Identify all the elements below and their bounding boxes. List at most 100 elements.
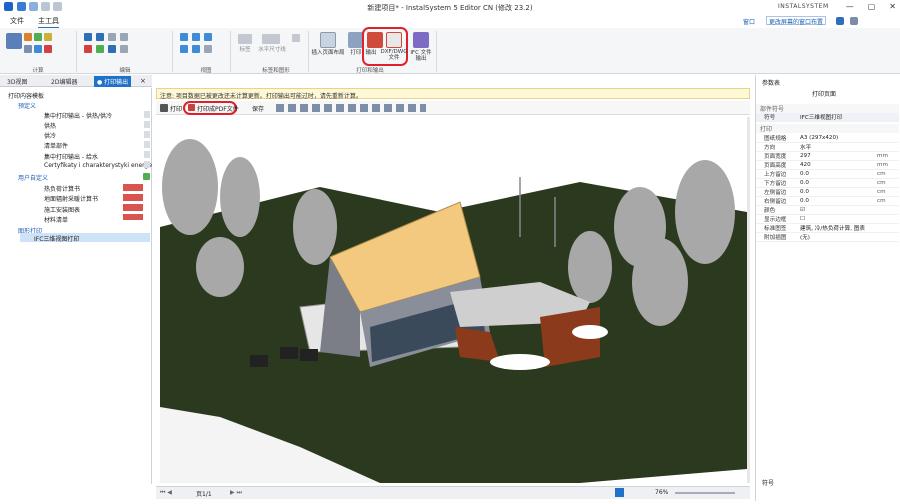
prop-row[interactable]: 颜色 ☑ bbox=[756, 206, 899, 215]
tree-predef[interactable]: 预定义 bbox=[18, 101, 36, 110]
zoom-in-icon[interactable] bbox=[180, 33, 188, 41]
tab-print-output[interactable]: ● 打印输出 bbox=[94, 76, 132, 87]
prop-value[interactable]: ☑ bbox=[796, 207, 877, 213]
prop-row[interactable]: 下方留边 0.0 cm bbox=[756, 179, 899, 188]
prop-value[interactable]: 420 bbox=[796, 162, 877, 168]
edit-e-icon[interactable] bbox=[96, 45, 104, 53]
menu-file[interactable]: 文件 bbox=[10, 16, 24, 26]
prop-row[interactable]: 右侧留边 0.0 cm bbox=[756, 197, 899, 206]
edit-f-icon[interactable] bbox=[108, 45, 116, 53]
tree-user-actions[interactable] bbox=[123, 184, 143, 220]
prop-row[interactable]: 方向 水平 bbox=[756, 143, 899, 152]
prop-value[interactable]: 0.0 bbox=[796, 180, 877, 186]
tree-item[interactable]: 地面辐射采暖计算书 bbox=[44, 194, 98, 203]
prop-row[interactable]: 图纸规格 A3 (297x420) bbox=[756, 134, 899, 143]
prop-value[interactable]: 建筑, 冷/热负荷计算, 图表 bbox=[796, 224, 877, 232]
close-tab-icon[interactable]: × bbox=[140, 77, 146, 85]
vertical-scrollbar[interactable] bbox=[747, 117, 750, 483]
dimension-icon[interactable] bbox=[262, 34, 280, 44]
prop-row[interactable]: 页面宽度 297 mm bbox=[756, 152, 899, 161]
save-icon[interactable] bbox=[17, 2, 26, 11]
horiz-dim-button[interactable]: 水平尺寸线 bbox=[254, 47, 290, 53]
edit-a-icon[interactable] bbox=[84, 33, 92, 41]
zoom-slider[interactable] bbox=[675, 492, 735, 494]
calc-e-icon[interactable] bbox=[34, 45, 42, 53]
prop-row[interactable]: 上方留边 0.0 cm bbox=[756, 170, 899, 179]
insert-page-icon[interactable] bbox=[320, 32, 336, 48]
tree-user[interactable]: 用户自定义 bbox=[18, 173, 48, 182]
tab-2d-editor[interactable]: 2D编辑器 bbox=[48, 76, 80, 87]
prop-row[interactable]: 页面高度 420 mm bbox=[756, 161, 899, 170]
edit-b-icon[interactable] bbox=[96, 33, 104, 41]
tree-item[interactable]: 供热 bbox=[44, 121, 56, 130]
prop-row[interactable]: 附加插图 (无) bbox=[756, 233, 899, 242]
ifc-button[interactable]: IFC 文件输出 bbox=[408, 50, 434, 62]
dxf-button[interactable]: DXF/DWG 文件 bbox=[380, 49, 408, 61]
tree-item-selected[interactable]: IFC三维视图打印 bbox=[34, 234, 79, 243]
last-page-button[interactable]: ▶ ⏭ bbox=[230, 489, 242, 497]
prop-value[interactable]: 水平 bbox=[796, 143, 877, 151]
minimize-button[interactable]: — bbox=[846, 2, 854, 11]
tree-item[interactable]: 供冷 bbox=[44, 131, 56, 140]
tab-3d-view[interactable]: 3D视图 bbox=[4, 76, 30, 87]
prop-value[interactable]: A3 (297x420) bbox=[796, 135, 877, 141]
delete-icon[interactable] bbox=[84, 45, 92, 53]
open-icon[interactable] bbox=[29, 2, 38, 11]
tree-checkboxes[interactable] bbox=[144, 111, 150, 169]
calc-c-icon[interactable] bbox=[44, 33, 52, 41]
label-icon[interactable] bbox=[238, 34, 252, 44]
prop-row[interactable]: 标准图签 建筑, 冷/热负荷计算, 图表 bbox=[756, 224, 899, 233]
annot-icon[interactable] bbox=[292, 34, 300, 42]
export-icon[interactable] bbox=[367, 32, 383, 48]
zoom-window-icon[interactable] bbox=[180, 45, 188, 53]
prop-value[interactable]: 297 bbox=[796, 153, 877, 159]
tree-item[interactable]: Certyfikaty i charakterystyki energe bbox=[44, 162, 152, 169]
prop-value[interactable]: 0.0 bbox=[796, 189, 877, 195]
insert-page-button[interactable]: 插入页面布局 bbox=[310, 50, 346, 56]
tree-item[interactable]: 施工安装图表 bbox=[44, 205, 80, 214]
tree-item[interactable]: 集中打印输出 - 给水 bbox=[44, 152, 98, 161]
settings-icon[interactable] bbox=[850, 17, 858, 25]
maximize-button[interactable]: ▢ bbox=[868, 2, 876, 11]
calc-f-icon[interactable] bbox=[44, 45, 52, 53]
prop-value[interactable]: 0.0 bbox=[796, 198, 877, 204]
calc-icon[interactable] bbox=[6, 33, 22, 49]
view-icon[interactable] bbox=[204, 45, 212, 53]
ifc-icon[interactable] bbox=[413, 32, 429, 48]
window-menu[interactable]: 窗口 bbox=[743, 17, 755, 26]
symbol-value[interactable]: IFC三维视图打印 bbox=[796, 113, 899, 121]
undo-icon[interactable] bbox=[41, 2, 50, 11]
edit-g-icon[interactable] bbox=[120, 45, 128, 53]
print-button-small[interactable]: 打印 bbox=[170, 104, 182, 113]
add-user-icon[interactable] bbox=[143, 173, 150, 180]
redo-icon[interactable] bbox=[53, 2, 62, 11]
tree-item[interactable]: 材料清单 bbox=[44, 215, 68, 224]
tree-item[interactable]: 清单部件 bbox=[44, 141, 68, 150]
print-to-pdf-button[interactable]: 打印成PDF文件 bbox=[197, 104, 239, 113]
first-page-button[interactable]: ⏮ ◀ bbox=[160, 489, 172, 497]
prop-value[interactable]: (无) bbox=[796, 233, 877, 241]
calc-d-icon[interactable] bbox=[24, 45, 32, 53]
dxf-icon[interactable] bbox=[386, 32, 402, 48]
tree-item[interactable]: 集中打印输出 - 供热/供冷 bbox=[44, 111, 112, 120]
zoom-out-icon[interactable] bbox=[192, 33, 200, 41]
pan-icon[interactable] bbox=[192, 45, 200, 53]
help-icon[interactable] bbox=[836, 17, 844, 25]
tree-item[interactable]: 热负荷计算书 bbox=[44, 184, 80, 193]
calc-a-icon[interactable] bbox=[24, 33, 32, 41]
prop-row[interactable]: 显示边框 ☐ bbox=[756, 215, 899, 224]
layout-select[interactable]: 更改屏幕的窗口布置 bbox=[766, 16, 827, 26]
prop-value[interactable]: 0.0 bbox=[796, 171, 877, 177]
save-button[interactable]: 保存 bbox=[252, 104, 264, 113]
print-tools[interactable] bbox=[276, 104, 426, 112]
calc-b-icon[interactable] bbox=[34, 33, 42, 41]
prop-value[interactable]: ☐ bbox=[796, 216, 877, 222]
export-button[interactable]: 输出 bbox=[363, 50, 379, 56]
edit-d-icon[interactable] bbox=[120, 33, 128, 41]
print-icon-small[interactable] bbox=[160, 104, 168, 112]
view-mode-icon[interactable] bbox=[615, 488, 624, 497]
tree-root[interactable]: 打印内容模板 bbox=[8, 91, 44, 100]
prop-row[interactable]: 左侧留边 0.0 cm bbox=[756, 188, 899, 197]
close-button[interactable]: ✕ bbox=[889, 2, 896, 11]
edit-c-icon[interactable] bbox=[108, 33, 116, 41]
